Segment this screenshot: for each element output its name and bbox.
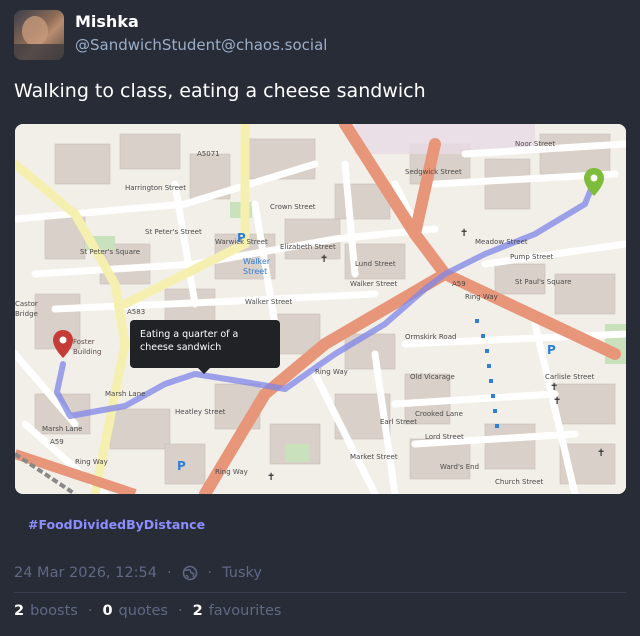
status-meta: 24 Mar 2026, 12:54 · · Tusky	[14, 565, 262, 581]
boosts-link[interactable]: boosts	[30, 603, 78, 619]
status-counts: 2 boosts · 0 quotes · 2 favourites	[14, 603, 281, 619]
status-text: Walking to class, eating a cheese sandwi…	[14, 80, 426, 102]
meta-separator: ·	[207, 565, 213, 581]
svg-text:Ring Way: Ring Way	[75, 458, 108, 466]
svg-text:Heatley Street: Heatley Street	[175, 408, 226, 416]
svg-text:P: P	[177, 459, 186, 473]
meta-separator: ·	[166, 565, 172, 581]
app-name: Tusky	[222, 565, 263, 581]
svg-text:St Peter's Square: St Peter's Square	[80, 248, 140, 256]
svg-text:Ring Way: Ring Way	[465, 293, 498, 301]
svg-text:Lund Street: Lund Street	[355, 260, 396, 268]
svg-text:Ring Way: Ring Way	[215, 468, 248, 476]
avatar-photo-detail	[22, 16, 48, 46]
svg-text:Lord Street: Lord Street	[425, 433, 464, 441]
favourites-link[interactable]: favourites	[209, 603, 282, 619]
svg-text:Ormskirk Road: Ormskirk Road	[405, 333, 456, 341]
svg-text:Carlisle Street: Carlisle Street	[545, 373, 595, 381]
svg-text:Marsh Lane: Marsh Lane	[105, 390, 145, 398]
svg-text:Street: Street	[243, 267, 267, 276]
svg-text:Building: Building	[73, 348, 101, 356]
counts-separator: ·	[87, 603, 93, 619]
svg-text:✝: ✝	[320, 254, 328, 265]
map-drawing: A5071 Harrington Street Crown Street St …	[15, 124, 626, 494]
svg-text:St Paul's Square: St Paul's Square	[515, 278, 571, 286]
svg-text:Elizabeth Street: Elizabeth Street	[280, 243, 336, 251]
svg-text:✝: ✝	[267, 472, 275, 483]
svg-text:Old Vicarage: Old Vicarage	[410, 373, 455, 381]
globe-icon	[182, 565, 197, 581]
boosts-count[interactable]: 2	[14, 603, 24, 619]
svg-text:Marsh Lane: Marsh Lane	[42, 425, 82, 433]
svg-text:A583: A583	[127, 308, 145, 316]
svg-text:Crown Street: Crown Street	[270, 203, 316, 211]
hashtag-link[interactable]: #FoodDividedByDistance	[28, 517, 205, 532]
quotes-count[interactable]: 0	[102, 603, 112, 619]
quotes-link[interactable]: quotes	[119, 603, 168, 619]
svg-text:A59: A59	[50, 438, 64, 446]
svg-text:P: P	[237, 231, 246, 245]
display-name[interactable]: Mishka	[75, 12, 139, 31]
svg-text:Noor Street: Noor Street	[515, 140, 555, 148]
svg-text:P: P	[547, 343, 556, 357]
account-handle[interactable]: @SandwichStudent@chaos.social	[75, 36, 327, 54]
map-image[interactable]: A5071 Harrington Street Crown Street St …	[15, 124, 626, 494]
svg-text:Ring Way: Ring Way	[315, 368, 348, 376]
avatar[interactable]	[14, 10, 64, 60]
svg-text:✝: ✝	[460, 228, 468, 239]
svg-text:Walker: Walker	[243, 257, 271, 266]
svg-text:Foster: Foster	[73, 338, 95, 346]
svg-text:Meadow Street: Meadow Street	[475, 238, 528, 246]
svg-text:Harrington Street: Harrington Street	[125, 184, 186, 192]
svg-text:Walker Street: Walker Street	[245, 298, 292, 306]
svg-text:Church Street: Church Street	[495, 478, 544, 486]
svg-text:Pump Street: Pump Street	[510, 253, 554, 261]
svg-text:A59: A59	[452, 280, 466, 288]
svg-text:Earl Street: Earl Street	[380, 418, 417, 426]
svg-text:Bridge: Bridge	[15, 310, 38, 318]
favourites-count[interactable]: 2	[193, 603, 203, 619]
svg-text:Walker Street: Walker Street	[350, 280, 397, 288]
svg-text:✝: ✝	[553, 396, 561, 407]
svg-text:✝: ✝	[550, 382, 558, 393]
svg-text:✝: ✝	[597, 448, 605, 459]
svg-text:Castor: Castor	[15, 300, 38, 308]
svg-text:Ward's End: Ward's End	[440, 463, 479, 471]
divider	[14, 592, 626, 593]
svg-text:Crooked Lane: Crooked Lane	[415, 410, 463, 418]
svg-text:Market Street: Market Street	[350, 453, 398, 461]
counts-separator: ·	[177, 603, 183, 619]
map-tooltip: Eating a quarter of a cheese sandwich	[130, 320, 280, 374]
svg-text:Sedgwick Street: Sedgwick Street	[405, 168, 462, 176]
timestamp[interactable]: 24 Mar 2026, 12:54	[14, 565, 157, 581]
avatar-photo-detail	[14, 44, 64, 60]
svg-text:St Peter's Street: St Peter's Street	[145, 228, 202, 236]
svg-text:A5071: A5071	[197, 150, 220, 158]
